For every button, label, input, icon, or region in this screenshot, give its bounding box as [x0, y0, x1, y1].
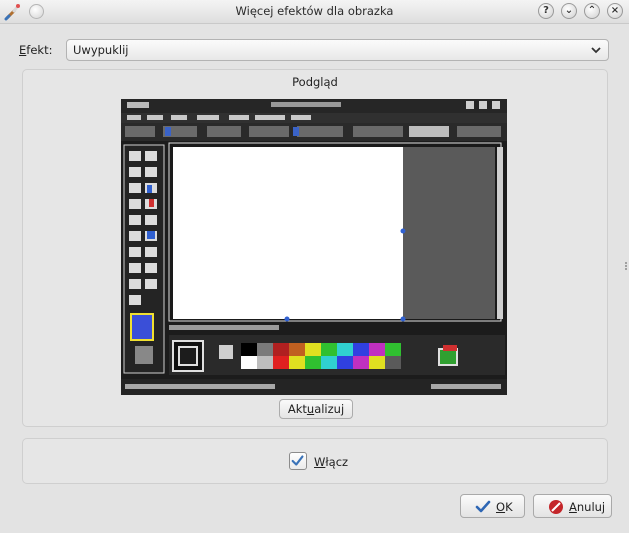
chevron-down-icon [591, 47, 601, 54]
close-button[interactable]: × [607, 3, 623, 19]
preview-image [121, 99, 507, 395]
enable-panel: Włącz [22, 438, 608, 484]
checkmark-icon [291, 455, 304, 466]
minimize-button[interactable]: ⌄ [561, 3, 577, 19]
effect-select-value: Uwypuklij [73, 43, 129, 57]
dialog-window: Więcej efektów dla obrazka ? ⌄ ⌃ × Efekt… [0, 0, 629, 533]
help-button[interactable]: ? [538, 3, 554, 19]
cancel-button-label: Anuluj [569, 500, 606, 514]
cancel-button[interactable]: Anuluj [533, 494, 612, 518]
preview-title: Podgląd [292, 75, 338, 89]
effect-select[interactable]: Uwypuklij [66, 39, 609, 61]
enable-label[interactable]: Włącz [314, 455, 348, 469]
resize-grip-icon[interactable] [625, 262, 628, 270]
ok-button-label: OK [496, 500, 513, 514]
checkmark-icon [475, 500, 491, 513]
window-title: Więcej efektów dla obrazka [235, 4, 394, 18]
maximize-button[interactable]: ⌃ [584, 3, 600, 19]
title-bar[interactable]: Więcej efektów dla obrazka ? ⌄ ⌃ × [0, 0, 629, 24]
cancel-icon [549, 500, 563, 514]
effect-label: Efekt: [19, 43, 53, 57]
enable-checkbox[interactable] [289, 452, 307, 470]
update-button[interactable]: Aktualizuj [279, 399, 353, 419]
ok-button[interactable]: OK [460, 494, 525, 518]
preview-panel: Podgląd Aktualizuj [22, 69, 608, 427]
